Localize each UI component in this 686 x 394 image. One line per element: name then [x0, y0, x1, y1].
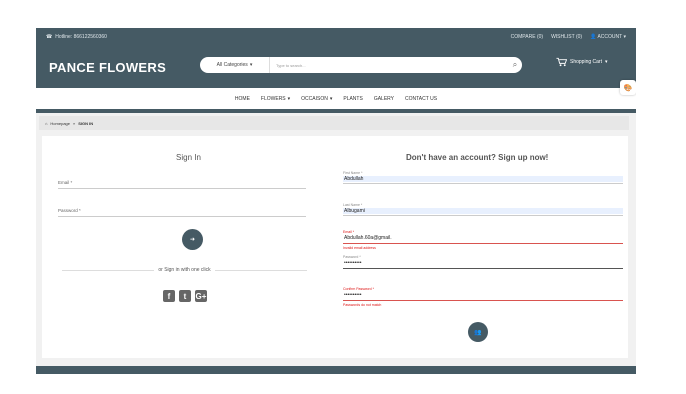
signin-button[interactable]: ➜ [182, 229, 203, 250]
signup-email-label: Email * [343, 230, 355, 234]
chevron-down-icon: ▾ [623, 33, 626, 40]
paint-palette-icon[interactable]: 🎨 [620, 80, 636, 95]
nav-home[interactable]: HOME [235, 96, 250, 102]
signin-title: Sign In [176, 153, 201, 162]
nav-occasion[interactable]: OCCAISON ▾ [301, 96, 332, 102]
signup-password-label: Password * [343, 255, 361, 259]
phone-icon: ☎ [46, 33, 53, 40]
search-bar: All Categories ▾ Type to search... ⌕ [200, 57, 522, 73]
email-field[interactable] [58, 188, 306, 189]
twitter-icon[interactable]: t [179, 290, 191, 302]
breadcrumb-current: SIGN IN [78, 120, 94, 126]
user-icon: 👤 [590, 33, 597, 40]
cart-label: Shopping Cart [570, 59, 602, 65]
account-card: Sign In Email * Password * ➜ or Sign in … [42, 136, 628, 358]
top-bar: ☎ Hotline: 866122560360 COMPARE (0) WISH… [36, 28, 636, 45]
last-name-label: Last Name * [343, 203, 363, 207]
signup-password-underline [343, 268, 623, 269]
nav-occasion-label: OCCAISON [301, 95, 328, 102]
signup-password-input[interactable]: •••••••••• [344, 260, 362, 266]
chevron-down-icon: ▾ [604, 59, 608, 65]
confirm-password-error: Passwords do not match [343, 303, 382, 307]
social-divider-text: or Sign in with one click [158, 267, 211, 273]
main-nav: HOME FLOWERS ▾ OCCAISON ▾ PLANTS GALERY CO… [36, 88, 636, 109]
nav-gallery[interactable]: GALERY [374, 96, 394, 102]
first-name-label: First Name * [343, 171, 363, 175]
chevron-down-icon: ▾ [249, 62, 253, 68]
breadcrumb: ⌂ Homepage » SIGN IN [39, 116, 629, 130]
facebook-icon[interactable]: f [163, 290, 175, 302]
account-menu[interactable]: 👤 ACCOUNT ▾ [590, 34, 626, 40]
category-label: All Categories [216, 62, 248, 68]
social-buttons: f t G+ [163, 290, 207, 302]
last-name-input[interactable]: Albugami [344, 208, 365, 214]
signup-title: Don't have an account? Sign up now! [406, 153, 549, 162]
page: ☎ Hotline: 866122560360 COMPARE (0) WISH… [36, 28, 636, 374]
confirm-password-underline [343, 300, 623, 301]
confirm-password-input[interactable]: •••••••••• [344, 292, 362, 298]
category-select[interactable]: All Categories ▾ [200, 57, 270, 73]
hotline: ☎ Hotline: 866122560360 [46, 34, 107, 40]
email-error: Invalid email address [343, 246, 376, 250]
chevron-down-icon: ▾ [329, 95, 333, 102]
password-label: Password * [58, 208, 81, 213]
signup-button[interactable]: 👥 [468, 322, 488, 342]
account-label: ACCOUNT [597, 33, 623, 40]
compare-link[interactable]: COMPARE (0) [511, 34, 543, 40]
first-name-highlight [343, 176, 623, 182]
search-input[interactable]: Type to search... [270, 63, 508, 68]
last-name-underline [343, 215, 623, 216]
shopping-cart[interactable]: Shopping Cart ▾ [556, 57, 607, 67]
social-divider: or Sign in with one click [62, 265, 307, 275]
last-name-highlight [343, 208, 623, 214]
nav-plants[interactable]: PLANTS [343, 96, 362, 102]
nav-flowers[interactable]: FLOWERS ▾ [261, 96, 290, 102]
nav-contact[interactable]: CONTACT US [405, 96, 437, 102]
password-field[interactable] [58, 216, 306, 217]
google-plus-icon[interactable]: G+ [195, 290, 207, 302]
login-icon: ➜ [189, 237, 196, 243]
hotline-text: Hotline: 866122560360 [55, 33, 107, 40]
first-name-input[interactable]: Abdullah [344, 176, 363, 182]
breadcrumb-home[interactable]: Homepage [50, 121, 70, 126]
search-icon[interactable]: ⌕ [508, 60, 522, 70]
nav-flowers-label: FLOWERS [260, 95, 286, 102]
cart-icon [556, 57, 567, 67]
home-icon: ⌂ [45, 120, 48, 126]
first-name-underline [343, 183, 623, 184]
breadcrumb-separator: » [73, 120, 76, 126]
signup-email-input[interactable]: Abdullah.60a@gmail. [344, 235, 392, 241]
wishlist-link[interactable]: WISHLIST (0) [551, 34, 582, 40]
email-label: Email * [58, 180, 73, 185]
signup-email-underline [343, 243, 623, 244]
site-logo[interactable]: PANCE FLOWERS [49, 60, 166, 75]
add-user-icon: 👥 [474, 329, 482, 336]
footer-bar [36, 366, 636, 374]
confirm-password-label: Confirm Password * [343, 287, 374, 291]
chevron-down-icon: ▾ [287, 95, 291, 102]
